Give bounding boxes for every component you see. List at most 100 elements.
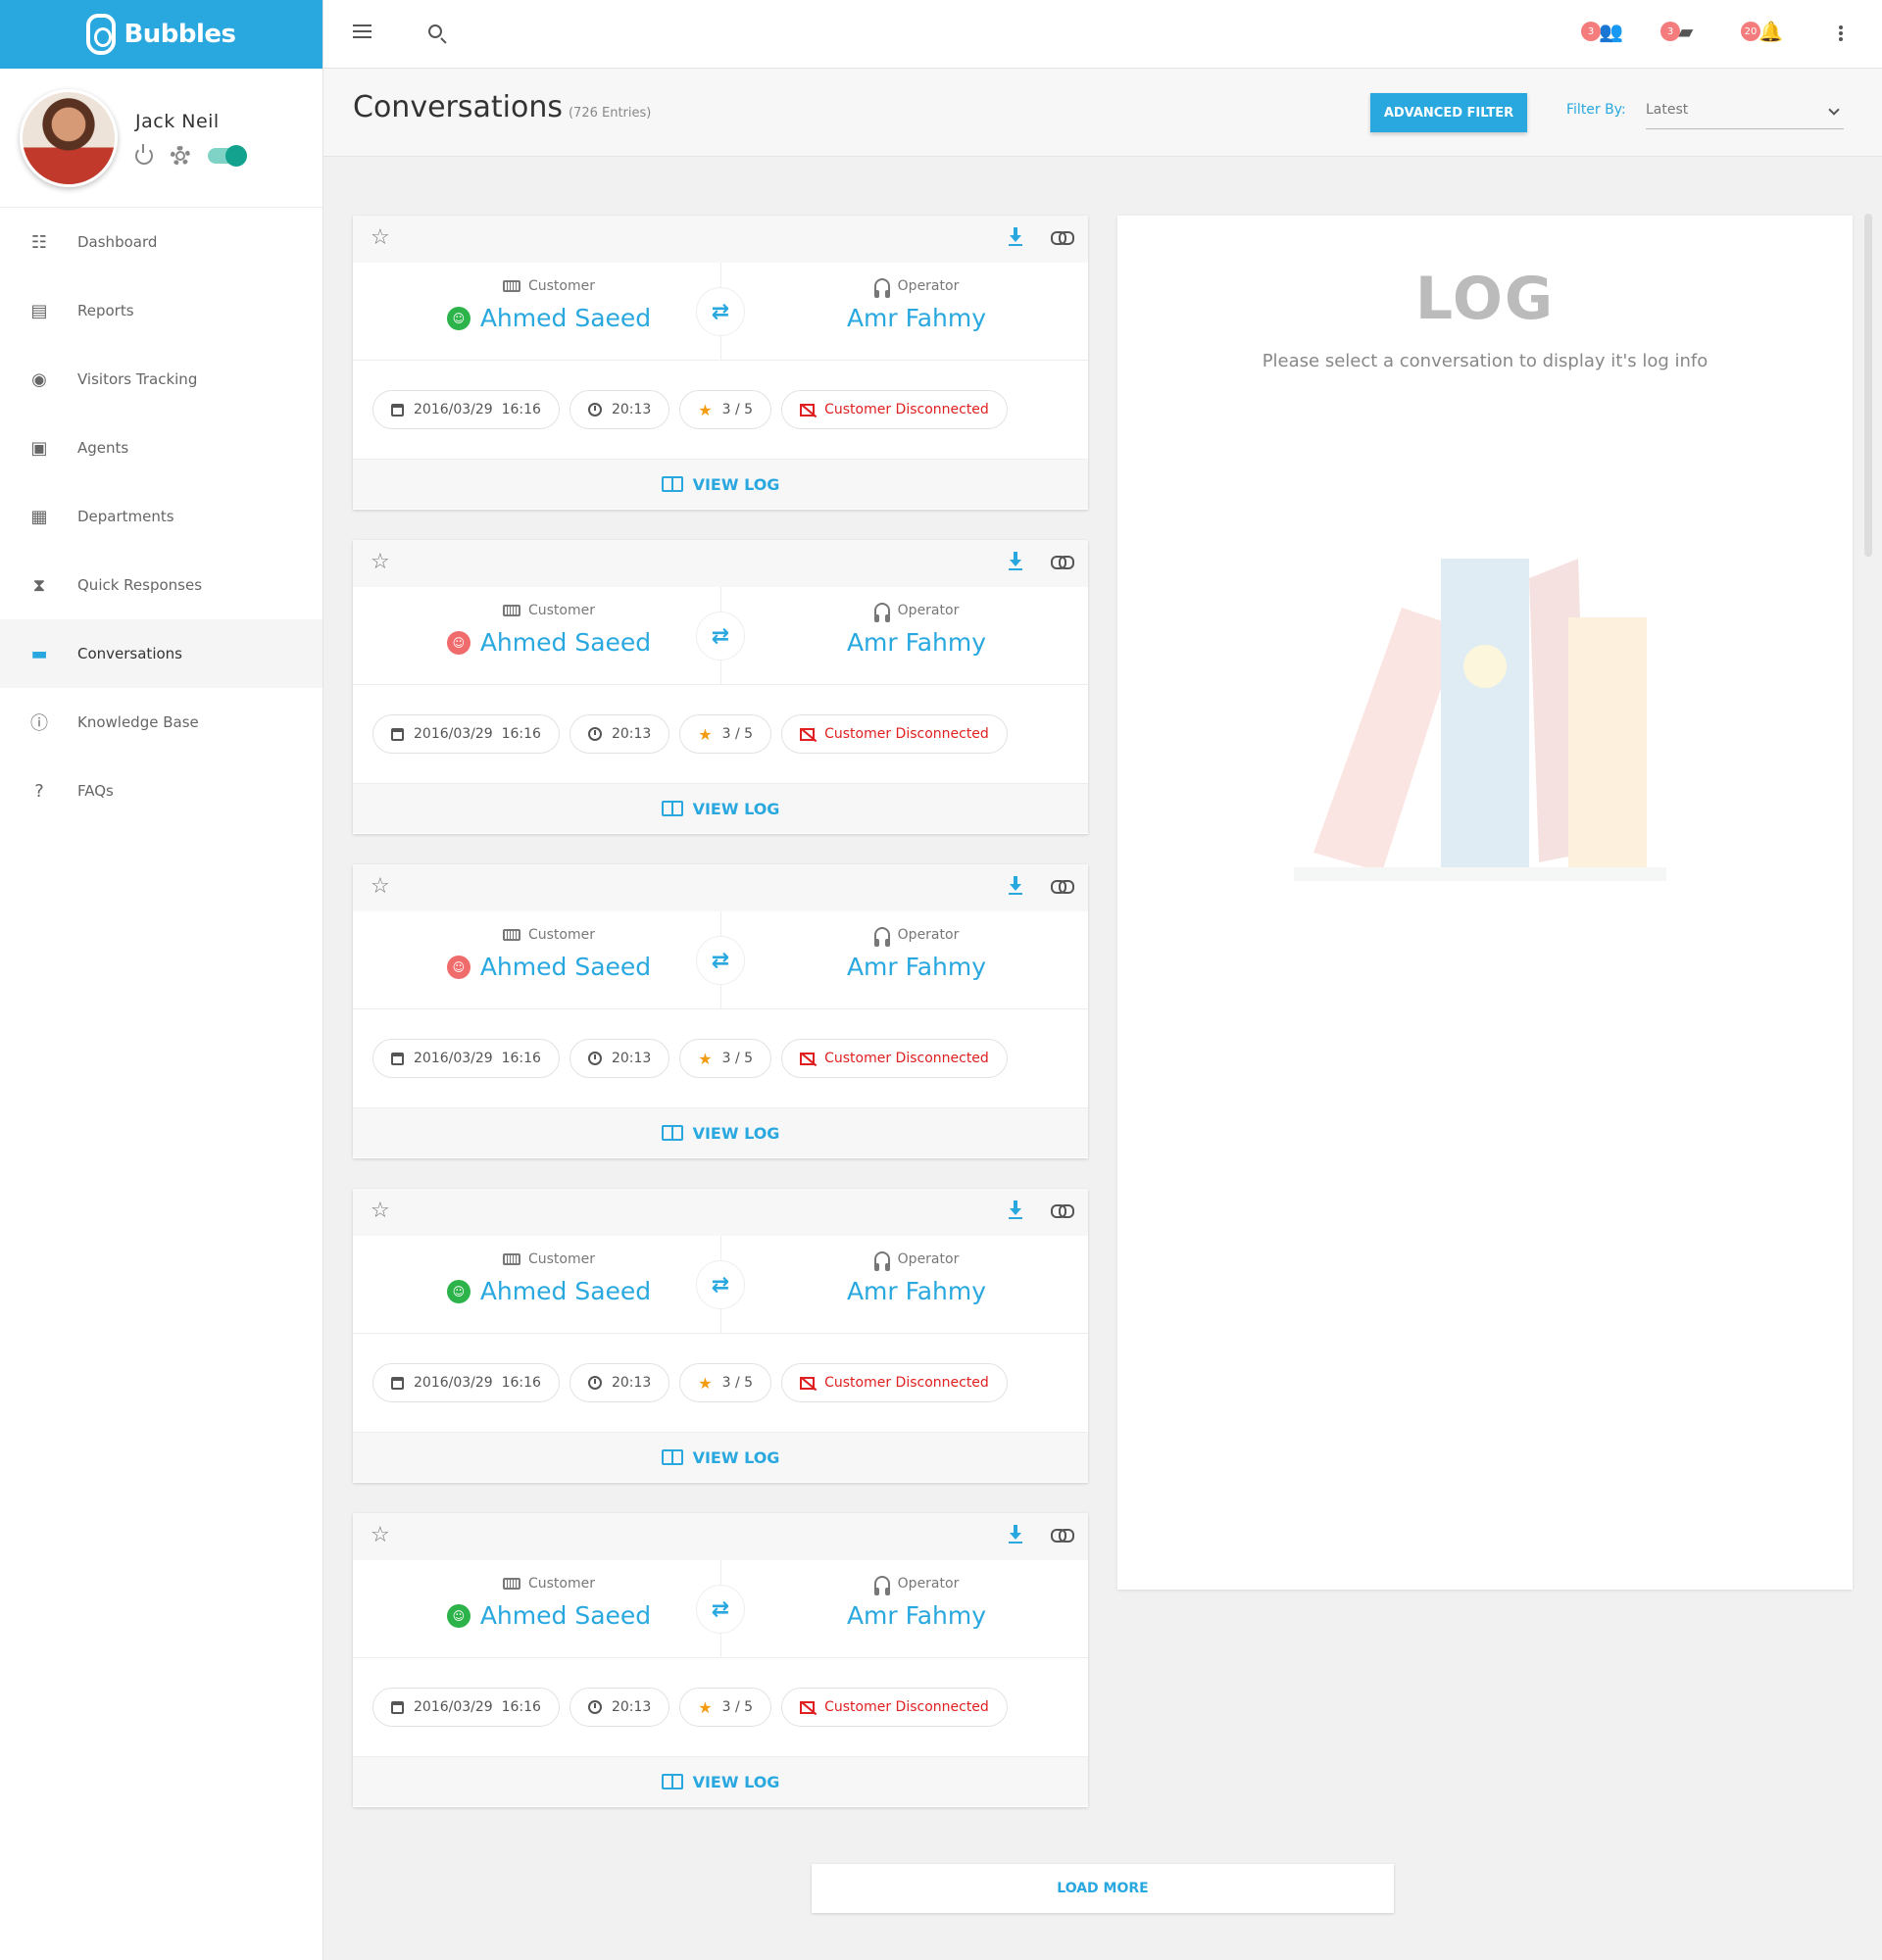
page-title: Conversations (726 Entries) — [353, 90, 651, 124]
sidebar-item-knowledge-base[interactable]: ⓘ Knowledge Base — [0, 688, 322, 757]
card-toolbar: ☆ — [353, 216, 1088, 263]
customer-name[interactable]: Ahmed Saeed — [480, 1277, 651, 1305]
rating-text: 3 / 5 — [721, 1699, 754, 1715]
date-chip: 2016/03/29 16:16 — [372, 1363, 560, 1402]
bell-notification[interactable]: 20 🔔 — [1741, 22, 1783, 41]
swap-icon[interactable]: ⇄ — [696, 612, 745, 661]
calendar-icon — [391, 1052, 404, 1065]
download-icon[interactable] — [1008, 1200, 1023, 1220]
conversation-card[interactable]: ☆ Customer ☺ Ahmed Saeed ⇄ Operator Amr … — [353, 864, 1088, 1158]
star-icon[interactable]: ☆ — [371, 876, 390, 898]
view-log-button[interactable]: VIEW LOG — [353, 1433, 1088, 1482]
duration-text: 20:13 — [611, 1699, 652, 1715]
people-notification[interactable]: 3 👥 — [1581, 22, 1623, 41]
star-icon[interactable]: ☆ — [371, 552, 390, 573]
load-more-button[interactable]: LOAD MORE — [812, 1864, 1394, 1913]
operator-name[interactable]: Amr Fahmy — [847, 1601, 986, 1630]
link-icon[interactable] — [1051, 231, 1074, 245]
menu-icon[interactable] — [353, 24, 371, 38]
customer-label: Customer — [527, 927, 595, 943]
sidebar-item-quick-responses[interactable]: ⧗ Quick Responses — [0, 551, 322, 619]
view-log-label: VIEW LOG — [692, 474, 780, 494]
sidebar-item-conversations[interactable]: ▬ Conversations — [0, 619, 322, 688]
customer-info: Customer ☺ Ahmed Saeed — [402, 278, 696, 332]
log-panel: LOG Please select a conversation to disp… — [1117, 216, 1853, 1590]
operator-info: Operator Amr Fahmy — [769, 1251, 1064, 1305]
calendar-icon — [391, 1376, 404, 1390]
sidebar-item-label: Agents — [77, 439, 129, 457]
swap-icon[interactable]: ⇄ — [696, 936, 745, 985]
view-log-button[interactable]: VIEW LOG — [353, 460, 1088, 509]
sidebar-item-faqs[interactable]: ? FAQs — [0, 757, 322, 825]
operator-name[interactable]: Amr Fahmy — [847, 304, 986, 332]
link-icon[interactable] — [1051, 880, 1074, 894]
conversation-card[interactable]: ☆ Customer ☺ Ahmed Saeed ⇄ Operator Amr … — [353, 1513, 1088, 1807]
avatar[interactable] — [20, 88, 118, 187]
star-icon[interactable]: ☆ — [371, 227, 390, 249]
chevron-down-icon — [1828, 104, 1840, 116]
chat-icon: ▬ — [30, 643, 48, 664]
power-icon[interactable] — [135, 143, 153, 165]
rating-text: 3 / 5 — [721, 1051, 754, 1066]
availability-toggle[interactable] — [208, 144, 247, 167]
download-icon[interactable] — [1008, 552, 1023, 571]
gear-icon[interactable] — [171, 145, 190, 166]
swap-icon[interactable]: ⇄ — [696, 1260, 745, 1309]
customer-info: Customer ☺ Ahmed Saeed — [402, 927, 696, 981]
customer-name[interactable]: Ahmed Saeed — [480, 628, 651, 657]
conversation-card[interactable]: ☆ Customer ☺ Ahmed Saeed ⇄ Operator Amr … — [353, 540, 1088, 834]
operator-info: Operator Amr Fahmy — [769, 1576, 1064, 1630]
headset-icon — [873, 1576, 890, 1595]
operator-name[interactable]: Amr Fahmy — [847, 1277, 986, 1305]
download-icon[interactable] — [1008, 1525, 1023, 1544]
more-vertical-icon[interactable] — [1839, 25, 1843, 29]
customer-info: Customer ☺ Ahmed Saeed — [402, 1251, 696, 1305]
view-log-button[interactable]: VIEW LOG — [353, 1108, 1088, 1157]
brand-header[interactable]: Bubbles — [0, 0, 322, 69]
conversation-card[interactable]: ☆ Customer ☺ Ahmed Saeed ⇄ Operator Amr … — [353, 216, 1088, 510]
search-icon[interactable] — [428, 24, 442, 38]
view-log-button[interactable]: VIEW LOG — [353, 784, 1088, 833]
status-badge: Customer Disconnected — [781, 1688, 1008, 1727]
conversation-card[interactable]: ☆ Customer ☺ Ahmed Saeed ⇄ Operator Amr … — [353, 1189, 1088, 1483]
operator-info: Operator Amr Fahmy — [769, 278, 1064, 332]
sidebar-item-visitors-tracking[interactable]: ◉ Visitors Tracking — [0, 345, 322, 414]
sidebar-nav: ☷ Dashboard ▤ Reports ◉ Visitors Trackin… — [0, 208, 322, 825]
duration-chip: 20:13 — [569, 390, 670, 429]
star-icon[interactable]: ☆ — [371, 1525, 390, 1546]
customer-status-icon: ☺ — [446, 630, 470, 655]
download-icon[interactable] — [1008, 227, 1023, 247]
view-log-button[interactable]: VIEW LOG — [353, 1757, 1088, 1806]
sidebar-item-agents[interactable]: ▣ Agents — [0, 414, 322, 482]
bell-icon: 🔔 — [1758, 20, 1783, 43]
sidebar-item-departments[interactable]: ▦ Departments — [0, 482, 322, 551]
keyboard-icon — [502, 1253, 520, 1265]
link-icon[interactable] — [1051, 556, 1074, 569]
advanced-filter-button[interactable]: ADVANCED FILTER — [1370, 93, 1527, 132]
swap-icon[interactable]: ⇄ — [696, 1585, 745, 1634]
conversation-parties: Customer ☺ Ahmed Saeed ⇄ Operator Amr Fa… — [353, 587, 1088, 685]
filter-label: Filter By: — [1566, 102, 1626, 118]
link-icon[interactable] — [1051, 1529, 1074, 1543]
swap-icon[interactable]: ⇄ — [696, 287, 745, 336]
headset-icon — [873, 603, 890, 622]
scrollbar[interactable] — [1864, 214, 1872, 557]
duration-chip: 20:13 — [569, 714, 670, 754]
sidebar-item-reports[interactable]: ▤ Reports — [0, 276, 322, 345]
message-notification[interactable]: 3 ▰ — [1660, 22, 1693, 41]
customer-name[interactable]: Ahmed Saeed — [480, 953, 651, 981]
clock-icon — [587, 1700, 602, 1714]
customer-name[interactable]: Ahmed Saeed — [480, 304, 651, 332]
operator-name[interactable]: Amr Fahmy — [847, 628, 986, 657]
filter-select[interactable]: Latest — [1646, 98, 1844, 129]
customer-name[interactable]: Ahmed Saeed — [480, 1601, 651, 1630]
download-icon[interactable] — [1008, 876, 1023, 896]
date-chip: 2016/03/29 16:16 — [372, 1039, 560, 1078]
notification-badge: 3 — [1660, 22, 1680, 41]
star-icon[interactable]: ☆ — [371, 1200, 390, 1222]
operator-name[interactable]: Amr Fahmy — [847, 953, 986, 981]
keyboard-icon — [502, 605, 520, 616]
link-icon[interactable] — [1051, 1204, 1074, 1218]
message-icon: ▰ — [1678, 20, 1694, 43]
sidebar-item-dashboard[interactable]: ☷ Dashboard — [0, 208, 322, 276]
